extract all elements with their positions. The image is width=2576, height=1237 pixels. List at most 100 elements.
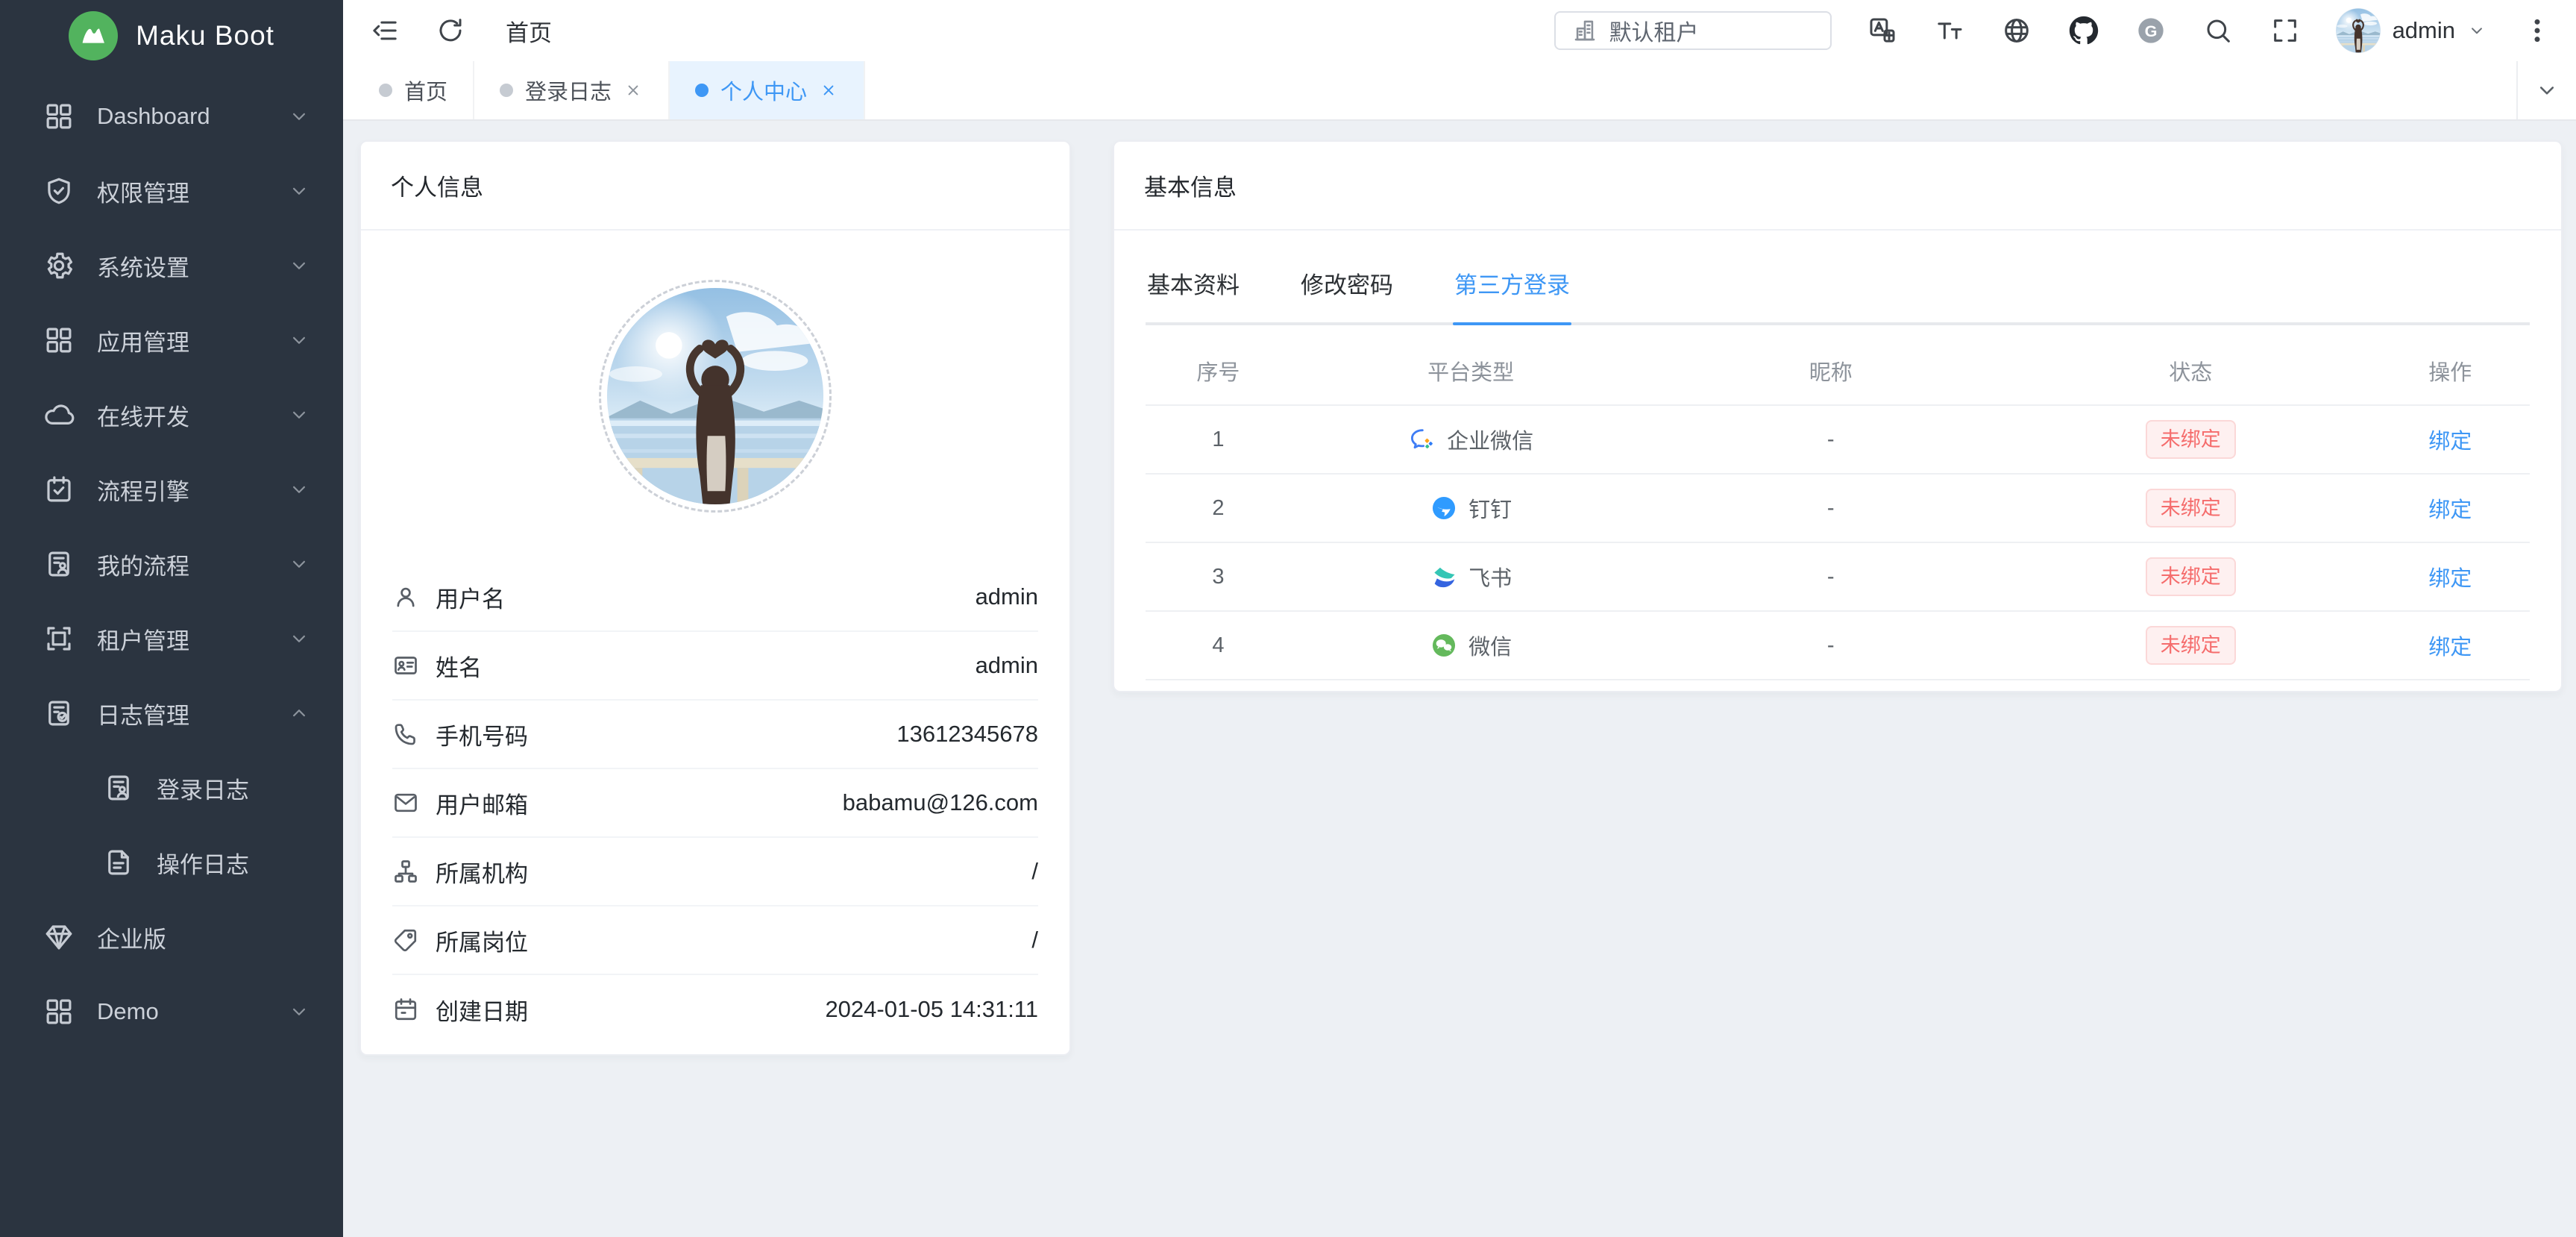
basic-info-card: 基本信息 基本资料 修改密码 第三方登录 序号 平台类型 昵称 状态 操作: [1113, 140, 2563, 692]
fullscreen-icon[interactable]: [2269, 14, 2302, 47]
grid-icon: [43, 101, 75, 132]
app-root: Maku Boot Dashboard 权限管理 系统设置 应用管理: [0, 0, 2576, 1237]
chevron-down-icon: [288, 553, 310, 575]
shield-check-icon: [43, 175, 75, 207]
nickname: -: [1650, 428, 2011, 452]
sidebar-item-online-dev[interactable]: 在线开发: [0, 378, 343, 452]
gitee-icon[interactable]: G: [2134, 14, 2167, 47]
github-icon[interactable]: [2067, 14, 2100, 47]
row-index: 3: [1146, 565, 1291, 589]
tag-icon: [392, 927, 419, 953]
tenant-value: 默认租户: [1609, 14, 1699, 47]
bind-link[interactable]: 绑定: [2428, 498, 2472, 522]
profile-card-title: 个人信息: [361, 142, 1069, 231]
kebab-menu-icon[interactable]: [2521, 14, 2554, 47]
tabbar: 首页 登录日志 个人中心: [343, 61, 2576, 121]
tab-personal-center[interactable]: 个人中心: [670, 61, 865, 119]
cloud-icon: [43, 399, 75, 430]
bind-link[interactable]: 绑定: [2428, 567, 2472, 591]
logo[interactable]: Maku Boot: [0, 0, 343, 72]
sidebar-item-workflow-engine[interactable]: 流程引擎: [0, 452, 343, 527]
wecom-icon: [1408, 425, 1436, 454]
sidebar-item-enterprise-edition[interactable]: 企业版: [0, 900, 343, 974]
topbar: 首页 默认租户 G admin: [343, 0, 2576, 61]
globe-icon[interactable]: [2000, 14, 2033, 47]
column-header: 昵称: [1650, 355, 2011, 386]
field-label: 用户名: [436, 580, 505, 614]
profile-card-body: 用户名 admin 姓名 admin 手机号码 13612345678: [361, 231, 1069, 1054]
sidebar-item-label: 在线开发: [97, 398, 288, 432]
mail-icon: [392, 789, 419, 816]
row-index: 4: [1146, 633, 1291, 658]
column-header: 状态: [2011, 355, 2371, 386]
column-header: 操作: [2371, 355, 2530, 386]
document-user-icon: [103, 772, 134, 804]
field-label: 创建日期: [436, 993, 528, 1027]
font-size-icon[interactable]: [1933, 14, 1966, 47]
sidebar-item-dashboard[interactable]: Dashboard: [0, 79, 343, 154]
collapse-sidebar-button[interactable]: [368, 14, 401, 47]
field-value: babamu@126.com: [843, 789, 1038, 816]
tab-list-dropdown[interactable]: [2516, 61, 2576, 119]
sidebar-item-label: 系统设置: [97, 249, 288, 283]
topbar-left: 首页: [368, 14, 552, 48]
sidebar-menu: Dashboard 权限管理 系统设置 应用管理 在线开发: [0, 72, 343, 1237]
sidebar-item-demo[interactable]: Demo: [0, 974, 343, 1049]
sidebar-item-my-workflow[interactable]: 我的流程: [0, 527, 343, 601]
feishu-icon: [1430, 563, 1458, 591]
document-lines-icon: [103, 847, 134, 878]
org-icon: [392, 858, 419, 885]
chevron-down-icon: [288, 254, 310, 277]
sidebar-item-login-log[interactable]: 登录日志: [0, 751, 343, 825]
third-party-table: 序号 平台类型 昵称 状态 操作 1 企业微信 -: [1146, 337, 2530, 680]
phone-icon: [392, 721, 419, 748]
bind-link[interactable]: 绑定: [2428, 430, 2472, 454]
tab-home[interactable]: 首页: [354, 61, 474, 119]
sidebar-item-permissions[interactable]: 权限管理: [0, 154, 343, 228]
row-index: 1: [1146, 428, 1291, 452]
avatar: [2336, 8, 2381, 53]
sidebar-item-label: Demo: [97, 998, 288, 1025]
table-row: 3 飞书 - 未绑定 绑定: [1146, 543, 2530, 612]
sidebar-item-system-settings[interactable]: 系统设置: [0, 228, 343, 303]
tab-third-party-login[interactable]: 第三方登录: [1453, 244, 1571, 322]
tab-change-password[interactable]: 修改密码: [1299, 244, 1395, 322]
translate-icon[interactable]: [1866, 14, 1899, 47]
wechat-icon: [1430, 631, 1458, 660]
sidebar-item-tenant-management[interactable]: 租户管理: [0, 601, 343, 676]
search-icon[interactable]: [2202, 14, 2234, 47]
refresh-button[interactable]: [434, 14, 467, 47]
table-header-row: 序号 平台类型 昵称 状态 操作: [1146, 337, 2530, 406]
tab-login-log[interactable]: 登录日志: [474, 61, 670, 119]
username: admin: [2393, 17, 2455, 44]
tab-dot: [379, 84, 392, 97]
grid-icon: [43, 996, 75, 1027]
chevron-down-icon: [288, 1000, 310, 1023]
profile-field-username: 用户名 admin: [392, 563, 1038, 632]
app-title: Maku Boot: [136, 20, 274, 51]
sidebar-item-operation-log[interactable]: 操作日志: [0, 825, 343, 900]
sidebar-item-log-management[interactable]: 日志管理: [0, 676, 343, 751]
sidebar-item-app-management[interactable]: 应用管理: [0, 303, 343, 378]
platform-name: 微信: [1468, 630, 1512, 661]
tenant-select[interactable]: 默认租户: [1554, 11, 1832, 50]
close-icon[interactable]: [819, 81, 838, 100]
profile-field-post: 所属岗位 /: [392, 906, 1038, 975]
avatar-upload[interactable]: [599, 280, 832, 513]
basic-info-card-title: 基本信息: [1114, 142, 2561, 231]
field-label: 所属岗位: [436, 924, 528, 957]
sidebar: Maku Boot Dashboard 权限管理 系统设置 应用管理: [0, 0, 343, 1237]
close-icon[interactable]: [623, 81, 643, 100]
nickname: -: [1650, 496, 2011, 521]
chevron-up-icon: [288, 702, 310, 724]
profile-field-organization: 所属机构 /: [392, 838, 1038, 906]
status-badge: 未绑定: [2146, 489, 2236, 527]
tab-label: 登录日志: [525, 75, 612, 106]
profile-field-phone: 手机号码 13612345678: [392, 701, 1038, 769]
field-label: 手机号码: [436, 718, 528, 751]
row-index: 2: [1146, 496, 1291, 521]
bind-link[interactable]: 绑定: [2428, 636, 2472, 660]
tab-basic-profile[interactable]: 基本资料: [1146, 244, 1241, 322]
tab-dot: [695, 84, 709, 97]
user-menu[interactable]: admin: [2336, 8, 2487, 53]
